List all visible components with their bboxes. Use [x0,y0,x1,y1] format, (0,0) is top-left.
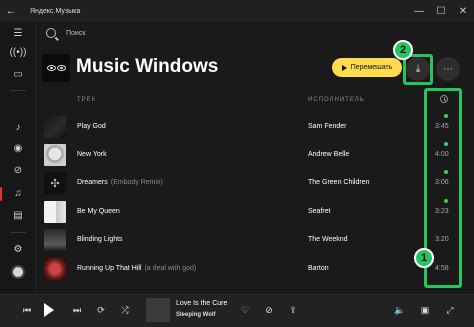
track-artist[interactable]: Andrew Belle [308,151,349,158]
step-badge-2: 2 [393,40,413,60]
track-title[interactable]: New York [77,151,110,158]
search-icon [46,28,56,38]
track-title[interactable]: Play God [77,123,109,130]
share-icon[interactable]: ⇪ [286,305,300,316]
tv-icon[interactable]: ▭ [0,69,36,80]
track-cover: ✣ [44,172,66,194]
downloaded-indicator [444,142,448,146]
more-icon: ⋯ [443,63,453,75]
back-icon[interactable]: ← [0,5,22,17]
sidebar-divider [10,90,26,91]
dislike-icon[interactable]: ⊘ [262,305,276,316]
shuffle-button[interactable]: Перемешать [332,58,402,77]
track-title[interactable]: Blinding Lights [77,236,126,243]
previous-icon[interactable]: ⏮ [20,305,34,316]
search-input[interactable] [66,29,186,37]
downloaded-indicator [444,199,448,203]
now-playing-cover[interactable] [146,298,170,322]
play-icon [341,64,347,71]
title-bar: ← Яндекс.Музыка — ☐ ✕ [0,0,474,22]
column-header-artist: ИСПОЛНИТЕЛЬ [308,97,365,103]
close-button[interactable]: ✕ [452,0,474,22]
track-artist[interactable]: The Weeknd [308,236,348,243]
table-row[interactable]: ✣ Dreamers (Embody Remix) The Green Child… [38,170,458,198]
minimize-button[interactable]: — [408,0,430,22]
disc-icon[interactable]: ◉ [0,143,36,154]
track-cover [44,116,66,138]
track-artist[interactable]: Barton [308,265,329,272]
track-duration: 3:23 [435,208,449,215]
track-artist[interactable]: Seafret [308,208,331,215]
left-sidebar: ☰ ((•)) ▭ ♪ ◉ ⊘ ♫ ▤ ⚙ [0,22,36,292]
track-cover [44,201,66,223]
table-row[interactable]: Be My Queen Seafret 3:23 [38,199,458,227]
music-note-icon[interactable]: ♪ [0,122,36,133]
window-title: Яндекс.Музыка [30,7,81,15]
menu-icon[interactable]: ☰ [0,28,36,39]
track-artist[interactable]: The Green Children [308,179,369,186]
eyes-logo-icon [46,65,66,71]
table-row[interactable]: New York Andrew Belle 4:00 [38,142,458,170]
table-row[interactable]: Play God Sam Fender 3:45 [38,114,458,142]
play-icon[interactable] [44,303,54,317]
table-row[interactable]: Blinding Lights The Weeknd 3:20 [38,227,458,255]
track-duration: 3:20 [435,236,449,243]
downloaded-indicator [444,114,448,118]
playlist-icon[interactable]: ♫ [0,188,36,199]
volume-icon[interactable]: 🔈 [393,305,407,316]
fullscreen-icon[interactable]: ⤢ [443,305,457,316]
library-icon[interactable]: ▤ [0,210,36,221]
settings-icon[interactable]: ⚙ [0,244,36,255]
table-row[interactable]: Running Up That Hill (a deal with god) Ba… [38,256,458,284]
radio-wave-icon[interactable]: ((•)) [0,47,36,58]
now-playing-title[interactable]: Love Is the Cure [176,300,227,307]
repeat-icon[interactable]: ⟳ [94,305,108,316]
track-cover [44,258,66,280]
sidebar-divider [10,232,26,233]
clock-icon [440,95,448,103]
track-title[interactable]: Running Up That Hill (a deal with god) [77,265,196,272]
compass-icon[interactable]: ⊘ [0,165,36,176]
player-bar: ⏮ ⏭ ⟳ ⤮ Love Is the Cure Sleeping Wolf ♡… [0,294,474,327]
shuffle-button-label: Перемешать [350,64,393,71]
track-duration: 4:00 [435,151,449,158]
column-header-track: ТРЕК [77,97,97,103]
track-artist[interactable]: Sam Fender [308,123,347,130]
track-cover [44,229,66,251]
playlist-title: Music Windows [76,56,219,77]
miniplayer-icon[interactable]: ▣ [418,305,432,316]
track-title[interactable]: Be My Queen [77,208,123,215]
track-duration: 4:58 [435,265,449,272]
track-duration: 3:45 [435,123,449,130]
downloaded-indicator [444,170,448,174]
maximize-button[interactable]: ☐ [430,0,452,22]
avatar[interactable] [11,265,25,279]
track-duration: 3:06 [435,179,449,186]
playlist-cover [42,54,70,82]
more-options-button[interactable]: ⋯ [436,57,460,81]
window-controls: — ☐ ✕ [408,0,474,22]
now-playing-artist[interactable]: Sleeping Wolf [176,312,216,318]
like-icon[interactable]: ♡ [238,305,252,316]
next-icon[interactable]: ⏭ [70,305,84,316]
shuffle-icon[interactable]: ⤮ [118,305,132,316]
track-title[interactable]: Dreamers (Embody Remix) [77,179,163,186]
search-bar [46,26,186,40]
track-cover [44,144,66,166]
